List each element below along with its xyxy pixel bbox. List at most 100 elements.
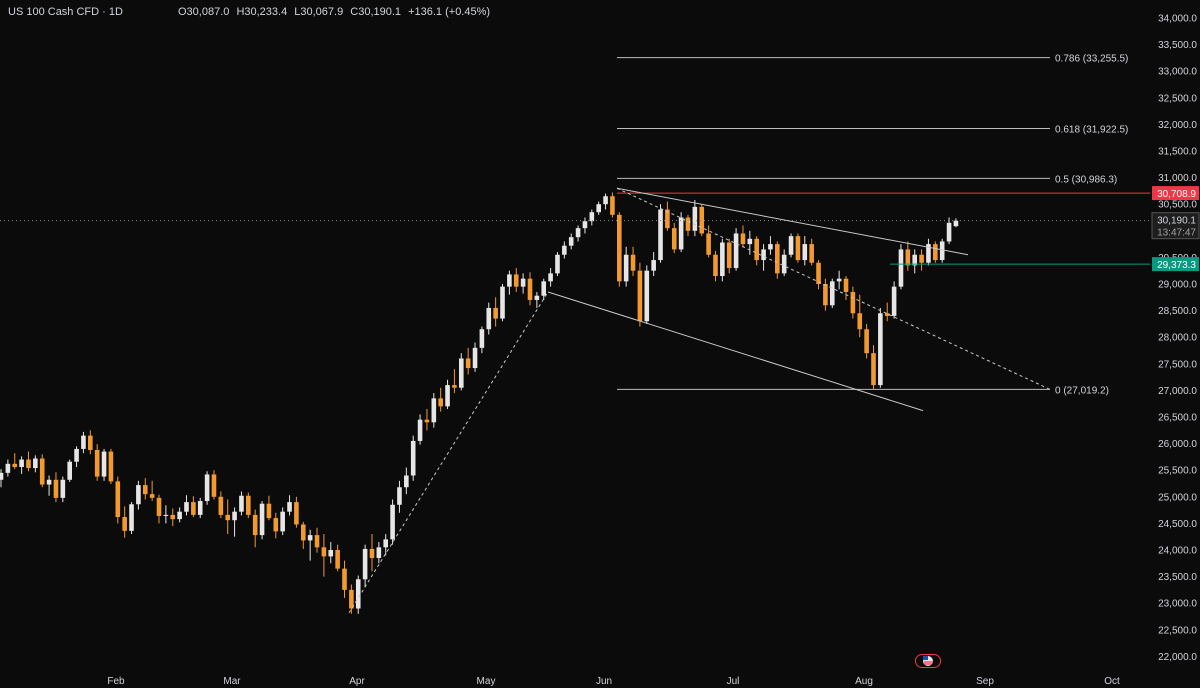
candle-body	[905, 249, 911, 266]
candle-body	[184, 502, 189, 512]
candle-body	[575, 228, 581, 238]
price-chart[interactable]: 0.786 (33,255.5) 0.618 (31,922.5) 0.5 (30,…	[0, 0, 1200, 688]
candle-body	[713, 254, 718, 277]
candle-body	[617, 214, 622, 282]
candle-body	[864, 329, 869, 354]
time-axis-tick: Aug	[855, 676, 873, 687]
price-axis-tick: 25,000.0	[1158, 492, 1197, 503]
price-axis-tick: 28,500.0	[1158, 306, 1197, 317]
candle-body	[88, 435, 93, 450]
candle-body	[81, 435, 86, 449]
price-axis-tick: 31,500.0	[1158, 147, 1197, 158]
candle-body	[754, 238, 759, 261]
candle-body	[39, 458, 45, 485]
candle-body	[836, 278, 842, 282]
candle-body	[424, 419, 430, 423]
candle-body	[404, 475, 409, 488]
candle-body	[788, 236, 794, 255]
candle-body	[129, 504, 134, 531]
candle-body	[287, 502, 292, 512]
candle-body	[775, 244, 780, 274]
countdown-text: 13:47:47	[1157, 228, 1196, 239]
candle-body	[878, 313, 883, 386]
candle-body	[658, 209, 663, 261]
fib-level-label: 0.5 (30,986.3)	[1055, 174, 1117, 185]
candle-body	[513, 274, 519, 287]
candle-body	[452, 385, 457, 388]
price-axis-tick: 31,000.0	[1158, 173, 1197, 184]
candle-body	[307, 535, 313, 541]
candle-body	[644, 270, 650, 322]
price-axis-tick: 22,500.0	[1158, 625, 1197, 636]
candle-body	[898, 249, 904, 287]
candle-body	[33, 458, 38, 469]
low-value: L30,067.9	[294, 6, 344, 18]
candle-body	[527, 278, 533, 300]
candle-body	[685, 217, 691, 231]
price-axis-tick: 27,500.0	[1158, 359, 1197, 370]
candle-body	[596, 204, 601, 213]
candle-body	[300, 524, 306, 541]
candle-body	[60, 479, 66, 498]
price-axis-tick: 26,500.0	[1158, 413, 1197, 424]
candle-body	[493, 307, 498, 319]
candle-body	[108, 451, 114, 482]
time-axis-tick: Jun	[596, 676, 612, 687]
change-value: +136.1 (+0.45%)	[408, 6, 491, 18]
candle-body	[891, 286, 897, 316]
price-axis-tick: 32,500.0	[1158, 93, 1197, 104]
candle-body	[280, 511, 285, 532]
candle-body	[246, 495, 251, 515]
candle-body	[259, 503, 265, 536]
candle-body	[362, 548, 368, 580]
candle-body	[218, 496, 224, 515]
candle-body	[383, 539, 389, 548]
candle-body	[953, 220, 959, 227]
candle-body	[692, 206, 698, 231]
candle-body	[802, 244, 808, 261]
candle-body	[115, 481, 121, 518]
candle-body	[149, 494, 155, 498]
support-price-badge-text: 29,373.3	[1157, 260, 1196, 271]
candle-body	[239, 495, 244, 512]
candle-body	[850, 291, 856, 314]
candle-body	[706, 233, 711, 255]
candle-body	[458, 358, 464, 388]
candle-body	[211, 474, 217, 497]
candle-body	[671, 228, 677, 250]
candle-body	[369, 548, 375, 558]
candle-body	[321, 547, 327, 557]
symbol-label[interactable]: US 100 Cash CFD · 1D	[8, 6, 123, 18]
candle-body	[946, 222, 952, 242]
candle-body	[610, 196, 615, 215]
candle-body	[761, 249, 766, 261]
candle-body	[823, 284, 828, 306]
fib-level-label: 0.618 (31,922.5)	[1055, 125, 1128, 136]
candle-body	[26, 459, 31, 469]
candle-body	[74, 448, 79, 462]
candle-body	[397, 487, 402, 505]
us-flag-icon[interactable]	[915, 654, 941, 668]
candle-body	[355, 579, 361, 609]
candle-body	[225, 514, 231, 521]
candle-body	[53, 479, 59, 498]
time-axis-tick: Jul	[727, 676, 740, 687]
candle-body	[294, 502, 299, 525]
candle-body	[884, 313, 890, 316]
price-axis-tick: 34,000.0	[1158, 14, 1197, 25]
price-axis-tick: 27,000.0	[1158, 386, 1197, 397]
fib-level-label: 0.786 (33,255.5)	[1055, 54, 1128, 65]
time-axis-tick: Sep	[976, 676, 994, 687]
candle-body	[472, 347, 478, 369]
candle-body	[136, 485, 141, 505]
close-value: C30,190.1	[350, 6, 402, 18]
candle-body	[438, 398, 443, 407]
candle-body	[555, 254, 560, 274]
candle-body	[582, 221, 588, 229]
candle-body	[699, 206, 705, 234]
time-axis-tick: Oct	[1104, 676, 1120, 687]
price-axis-tick: 23,500.0	[1158, 572, 1197, 583]
candle-body	[94, 449, 100, 477]
price-axis-tick: 25,500.0	[1158, 466, 1197, 477]
time-axis-tick: Mar	[223, 676, 241, 687]
